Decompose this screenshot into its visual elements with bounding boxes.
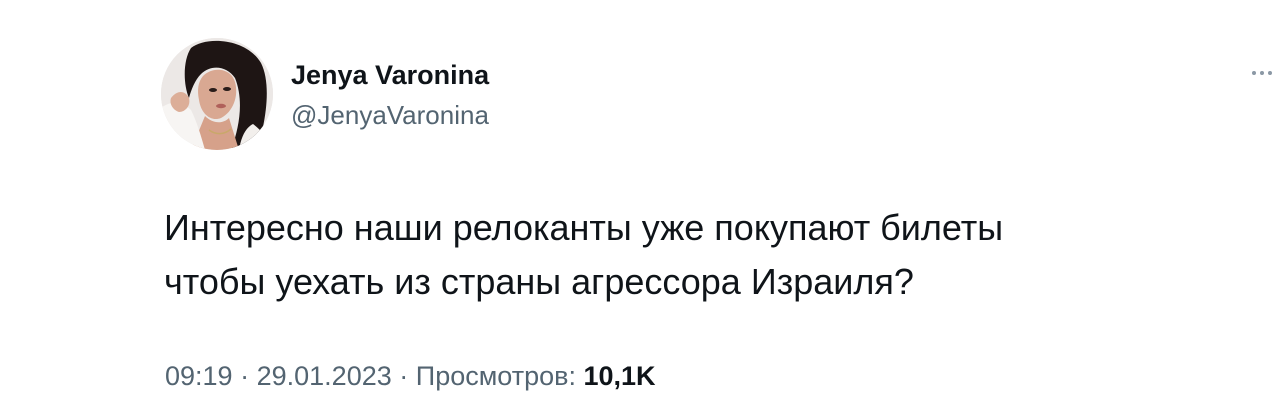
- more-dot: [1260, 71, 1264, 75]
- meta-separator: ·: [399, 361, 409, 391]
- tweet-meta: 09:19 · 29.01.2023 · Просмотров: 10,1K: [165, 358, 656, 394]
- views-count[interactable]: 10,1K: [583, 361, 655, 391]
- views-label: Просмотров:: [415, 361, 576, 391]
- avatar-image: [161, 38, 273, 150]
- more-dot: [1268, 71, 1272, 75]
- more-options-icon[interactable]: [1252, 58, 1280, 88]
- tweet-text-line: Интересно наши релоканты уже покупают би…: [164, 207, 1004, 248]
- author-handle[interactable]: @JenyaVaronina: [291, 99, 489, 131]
- tweet-date[interactable]: 29.01.2023: [257, 361, 392, 391]
- meta-separator: ·: [240, 361, 250, 391]
- tweet-text: Интересно наши релоканты уже покупают би…: [164, 201, 1224, 309]
- more-dot: [1252, 71, 1256, 75]
- author-display-name[interactable]: Jenya Varonina: [291, 59, 489, 91]
- tweet-time[interactable]: 09:19: [165, 361, 233, 391]
- tweet-text-line: чтобы уехать из страны агрессора Израиля…: [164, 261, 914, 302]
- avatar[interactable]: [161, 38, 273, 150]
